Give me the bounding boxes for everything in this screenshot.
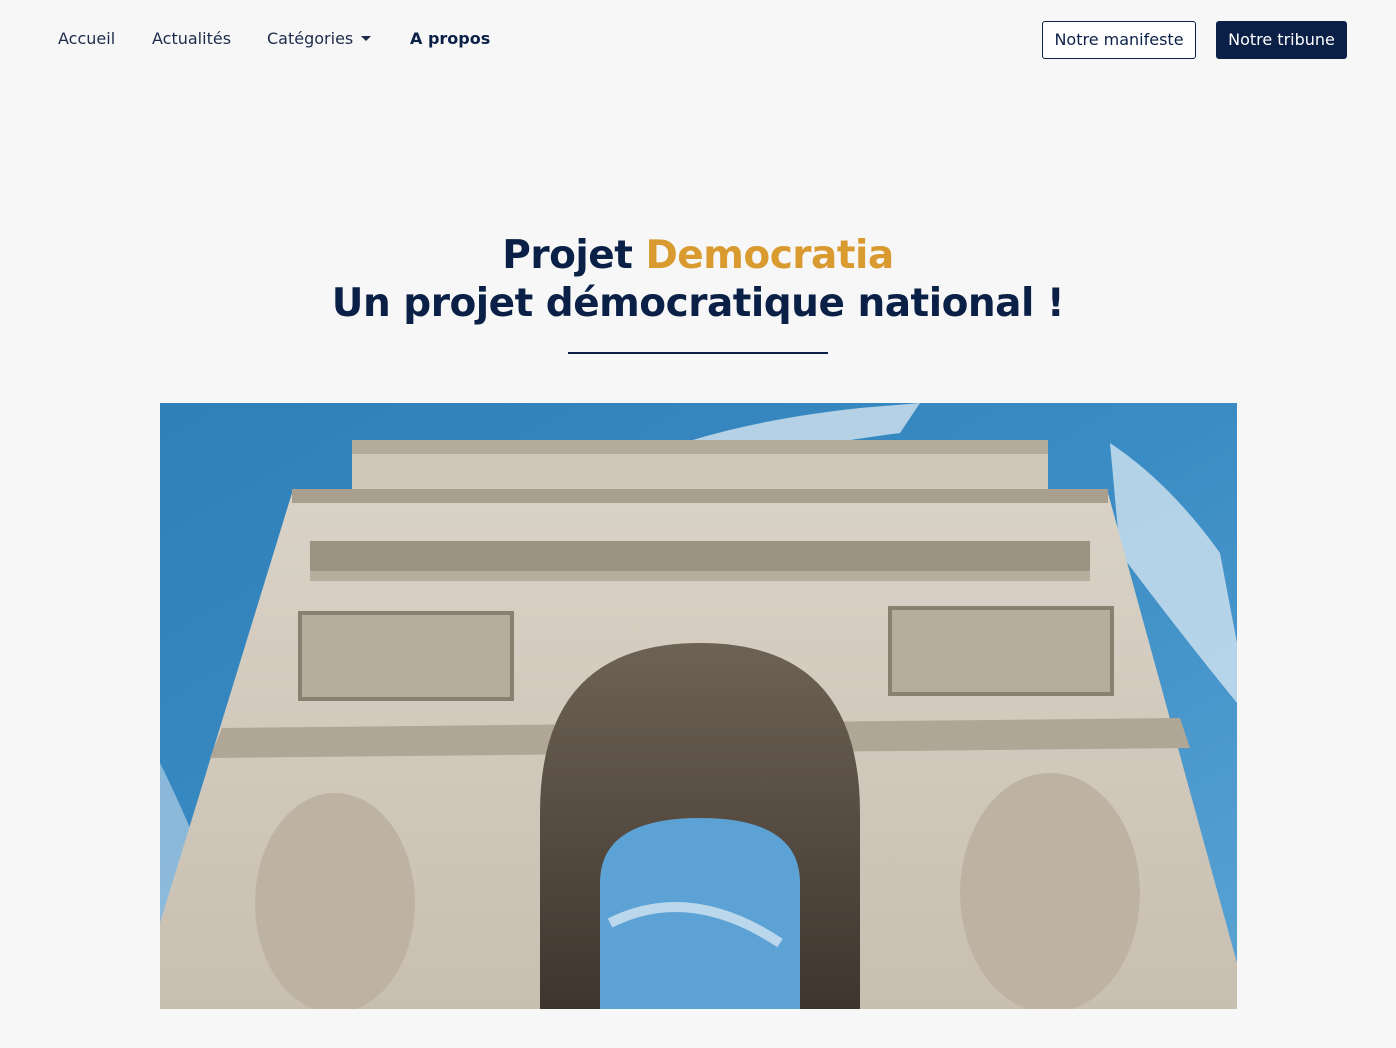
arc-de-triomphe-illustration <box>160 403 1237 1009</box>
hero-title-accent: Democratia <box>645 233 894 278</box>
arc-de-triomphe-image <box>160 403 1237 1009</box>
title-divider <box>568 352 828 354</box>
hero-title-prefix: Projet <box>502 233 646 278</box>
tribune-button[interactable]: Notre tribune <box>1216 21 1347 59</box>
nav-link-a-propos[interactable]: A propos <box>410 28 490 50</box>
nav-dropdown-categories-label: Catégories <box>267 29 354 48</box>
nav-link-accueil[interactable]: Accueil <box>58 28 115 50</box>
hero-title: Projet Democratia Un projet démocratique… <box>0 232 1396 328</box>
hero-subtitle: Un projet démocratique national ! <box>331 281 1065 326</box>
nav-link-actualites[interactable]: Actualités <box>152 28 231 50</box>
nav-dropdown-categories[interactable]: Catégories <box>267 28 372 50</box>
caret-down-icon <box>361 36 372 41</box>
manifesto-button[interactable]: Notre manifeste <box>1042 21 1196 59</box>
main-navbar: Accueil Actualités Catégories A propos N… <box>0 0 1396 80</box>
